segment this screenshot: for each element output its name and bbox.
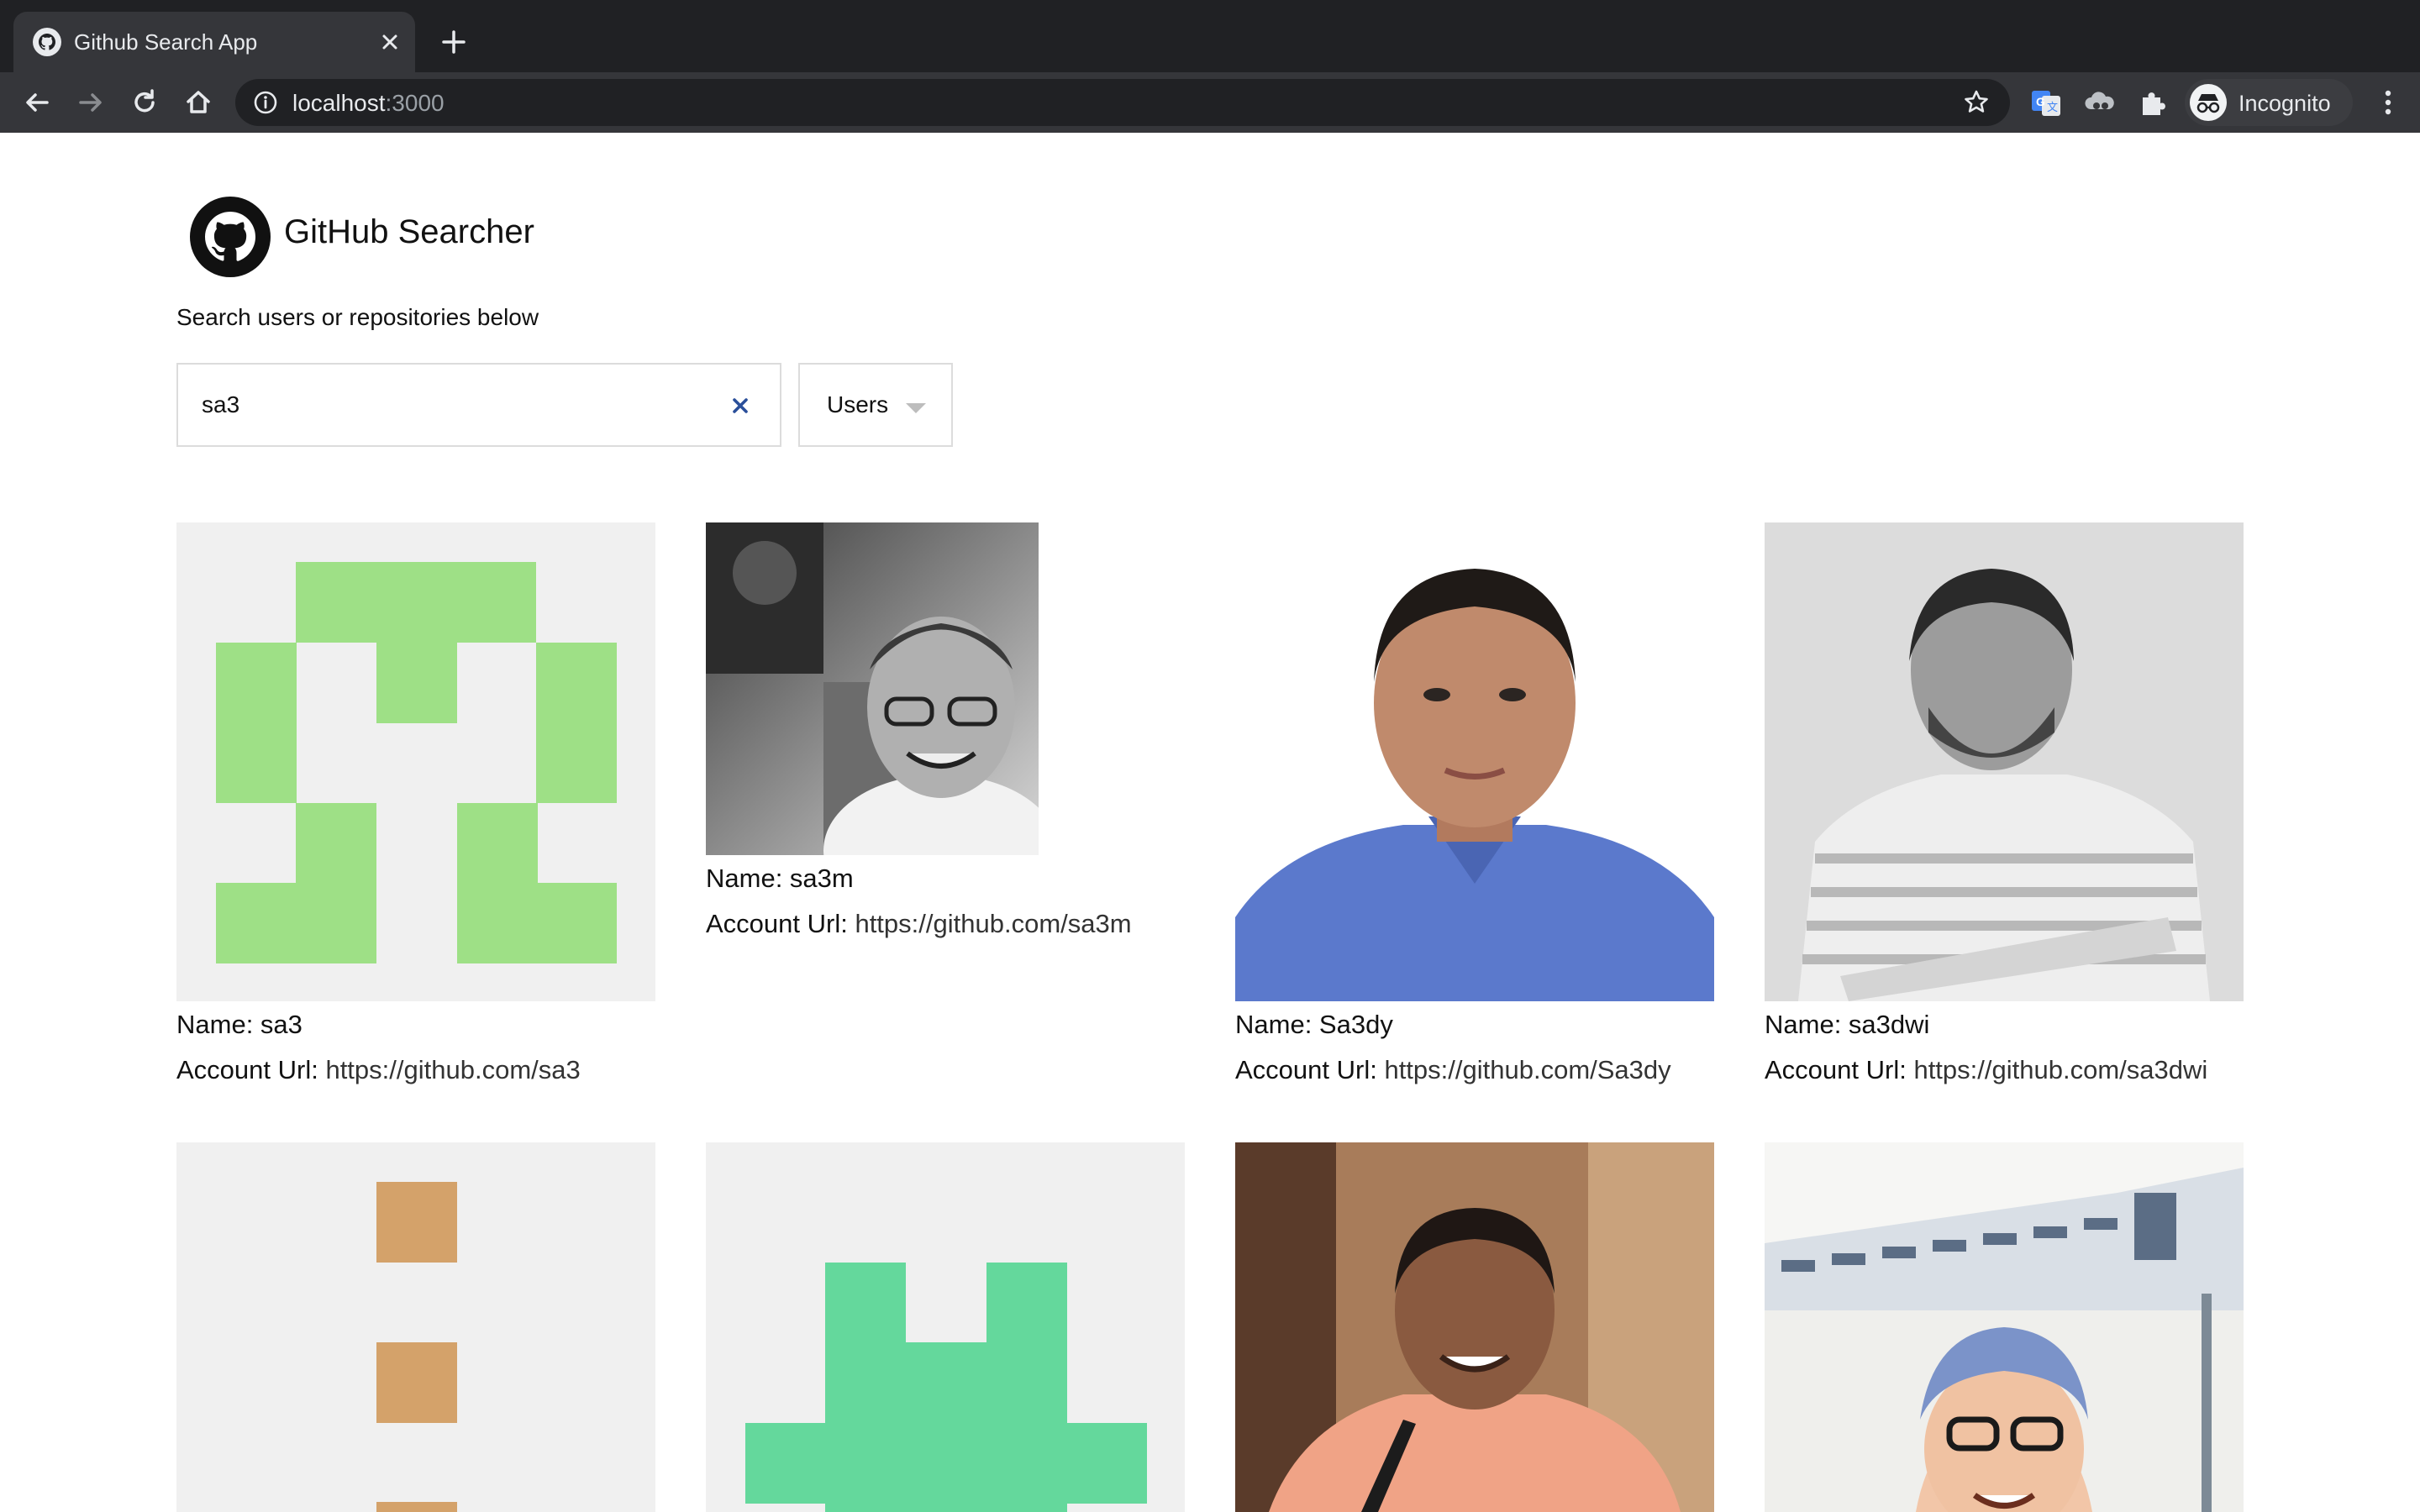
name-label: Name: xyxy=(1765,1010,1849,1039)
kebab-menu-icon[interactable] xyxy=(2370,84,2407,121)
url-label: Account Url: xyxy=(1765,1055,1914,1084)
home-icon[interactable] xyxy=(180,84,217,121)
forward-arrow-icon[interactable] xyxy=(72,84,109,121)
user-name: Name: sa3dwi xyxy=(1765,1010,1929,1040)
name-value: sa3 xyxy=(260,1010,302,1039)
incognito-label: Incognito xyxy=(2238,91,2331,116)
name-label: Name: xyxy=(1235,1010,1319,1039)
bookmark-star-icon[interactable] xyxy=(1961,87,1991,118)
user-account-url: Account Url: https://github.com/Sa3dy xyxy=(1235,1055,1671,1085)
incognito-profile-button[interactable]: Incognito xyxy=(2185,79,2353,126)
browser-tab[interactable]: Github Search App xyxy=(13,12,415,72)
search-type-select[interactable]: Users xyxy=(798,363,953,447)
github-favicon-icon xyxy=(33,28,61,56)
avatar[interactable] xyxy=(176,1142,655,1512)
search-type-value: Users xyxy=(827,391,889,417)
name-value: sa3m xyxy=(789,864,854,893)
user-name: Name: sa3m xyxy=(706,864,854,894)
search-input[interactable] xyxy=(202,386,672,423)
url-text: localhost:3000 xyxy=(292,90,445,117)
svg-text:文: 文 xyxy=(2047,101,2058,113)
user-account-url: Account Url: https://github.com/sa3 xyxy=(176,1055,581,1085)
app-title: GitHub Searcher xyxy=(284,213,534,250)
clear-search-icon[interactable] xyxy=(729,395,751,417)
browser-tabstrip: Github Search App xyxy=(0,0,2420,72)
search-box xyxy=(176,363,781,447)
account-url-link[interactable]: https://github.com/sa3 xyxy=(325,1055,580,1084)
name-label: Name: xyxy=(176,1010,260,1039)
avatar[interactable] xyxy=(1765,522,2244,1001)
url-label: Account Url: xyxy=(176,1055,326,1084)
avatar[interactable] xyxy=(1235,1142,1714,1512)
avatar[interactable] xyxy=(706,522,1039,855)
avatar[interactable] xyxy=(706,1142,1185,1512)
avatar[interactable] xyxy=(176,522,655,1001)
search-instructions: Search users or repositories below xyxy=(176,304,539,330)
google-translate-extension-icon[interactable]: G 文 xyxy=(2028,86,2064,121)
url-label: Account Url: xyxy=(1235,1055,1385,1084)
account-url-link[interactable]: https://github.com/sa3m xyxy=(855,909,1131,938)
avatar[interactable] xyxy=(1235,522,1714,1001)
user-account-url: Account Url: https://github.com/sa3m xyxy=(706,909,1132,939)
url-label: Account Url: xyxy=(706,909,855,938)
avatar[interactable] xyxy=(1765,1142,2244,1512)
github-logo-icon xyxy=(190,197,271,277)
name-label: Name: xyxy=(706,864,790,893)
user-name: Name: sa3 xyxy=(176,1010,302,1040)
name-value: Sa3dy xyxy=(1318,1010,1393,1039)
extensions-puzzle-icon[interactable] xyxy=(2136,86,2171,121)
back-arrow-icon[interactable] xyxy=(18,84,55,121)
reload-icon[interactable] xyxy=(126,84,163,121)
name-value: sa3dwi xyxy=(1848,1010,1930,1039)
new-tab-plus-icon[interactable] xyxy=(437,25,471,59)
close-tab-icon[interactable] xyxy=(375,27,405,57)
account-url-link[interactable]: https://github.com/Sa3dy xyxy=(1384,1055,1670,1084)
user-account-url: Account Url: https://github.com/sa3dwi xyxy=(1765,1055,2207,1085)
site-info-icon[interactable] xyxy=(252,89,279,116)
cloud-extension-icon[interactable] xyxy=(2082,86,2118,121)
account-url-link[interactable]: https://github.com/sa3dwi xyxy=(1913,1055,2207,1084)
browser-toolbar: localhost:3000 G 文 Incognito xyxy=(0,72,2420,133)
chevron-down-icon xyxy=(906,403,926,413)
tab-title: Github Search App xyxy=(74,29,258,55)
svg-text:G: G xyxy=(2036,95,2045,108)
url-port: :3000 xyxy=(385,90,445,116)
address-bar[interactable]: localhost:3000 xyxy=(235,79,2010,126)
url-host: localhost xyxy=(292,90,386,116)
user-name: Name: Sa3dy xyxy=(1235,1010,1393,1040)
incognito-icon xyxy=(2190,84,2227,121)
